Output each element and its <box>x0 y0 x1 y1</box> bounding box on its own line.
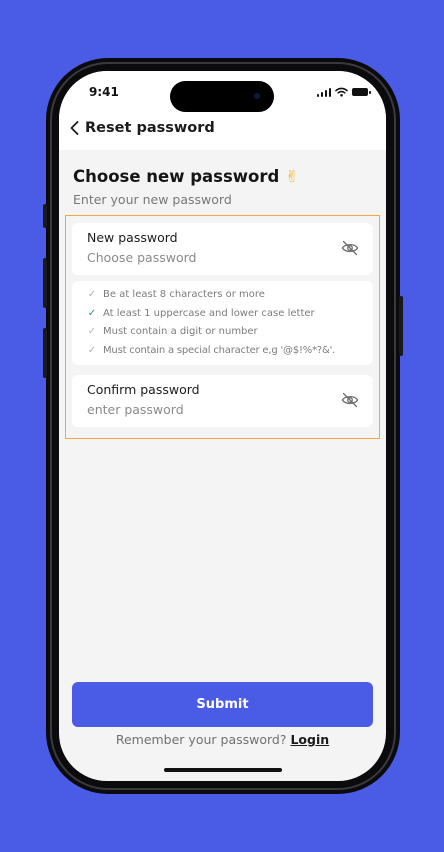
battery-icon <box>352 88 371 96</box>
check-icon: ✓ <box>87 308 97 319</box>
rule-item: ✓ Must contain a digit or number <box>87 326 258 337</box>
back-button[interactable]: Reset password <box>69 120 215 136</box>
silent-switch <box>43 204 47 228</box>
phone-screen: 9:41 Reset password Choose new password … <box>59 71 386 781</box>
rule-item: ✓ Must contain a special character e,g '… <box>87 345 336 356</box>
page-title-text: Choose new password <box>73 167 280 186</box>
eye-off-icon[interactable] <box>341 392 359 408</box>
power-button <box>399 296 403 356</box>
eye-off-icon[interactable] <box>341 240 359 256</box>
camera-dot <box>254 93 260 99</box>
nav-title: Reset password <box>85 120 215 136</box>
check-icon: ✓ <box>87 289 97 300</box>
rule-text: Must contain a digit or number <box>103 326 258 337</box>
dynamic-island <box>170 81 274 112</box>
rule-item: ✓ At least 1 uppercase and lower case le… <box>87 308 315 319</box>
signal-icon <box>316 87 331 97</box>
rule-text: Must contain a special character e,g '@$… <box>103 345 336 356</box>
password-rules-card: ✓ Be at least 8 characters or more ✓ At … <box>72 281 373 365</box>
submit-button[interactable]: Submit <box>72 682 373 727</box>
page-subtitle: Enter your new password <box>73 192 232 207</box>
rule-text: Be at least 8 characters or more <box>103 289 265 300</box>
remember-prompt: Remember your password? <box>115 732 287 747</box>
login-link[interactable]: Login <box>290 732 329 747</box>
rule-item: ✓ Be at least 8 characters or more <box>87 289 265 300</box>
wifi-icon <box>335 87 348 97</box>
chevron-left-icon <box>70 121 79 135</box>
victory-hand-emoji: ✌ <box>285 167 299 186</box>
check-icon: ✓ <box>87 345 97 356</box>
volume-down-button <box>43 328 47 378</box>
new-password-label: New password <box>87 230 178 245</box>
status-time: 9:41 <box>89 85 119 99</box>
confirm-password-label: Confirm password <box>87 382 200 397</box>
confirm-password-input[interactable] <box>87 402 317 417</box>
rule-text: At least 1 uppercase and lower case lett… <box>103 308 315 319</box>
home-indicator <box>164 768 282 772</box>
confirm-password-field[interactable]: Confirm password <box>72 375 373 427</box>
volume-up-button <box>43 258 47 308</box>
check-icon: ✓ <box>87 326 97 337</box>
page-title: Choose new password ✌ <box>73 167 299 186</box>
new-password-input[interactable] <box>87 250 317 265</box>
status-icons <box>316 87 371 97</box>
new-password-field[interactable]: New password <box>72 223 373 275</box>
remember-password-text: Remember your password? Login <box>59 732 386 747</box>
